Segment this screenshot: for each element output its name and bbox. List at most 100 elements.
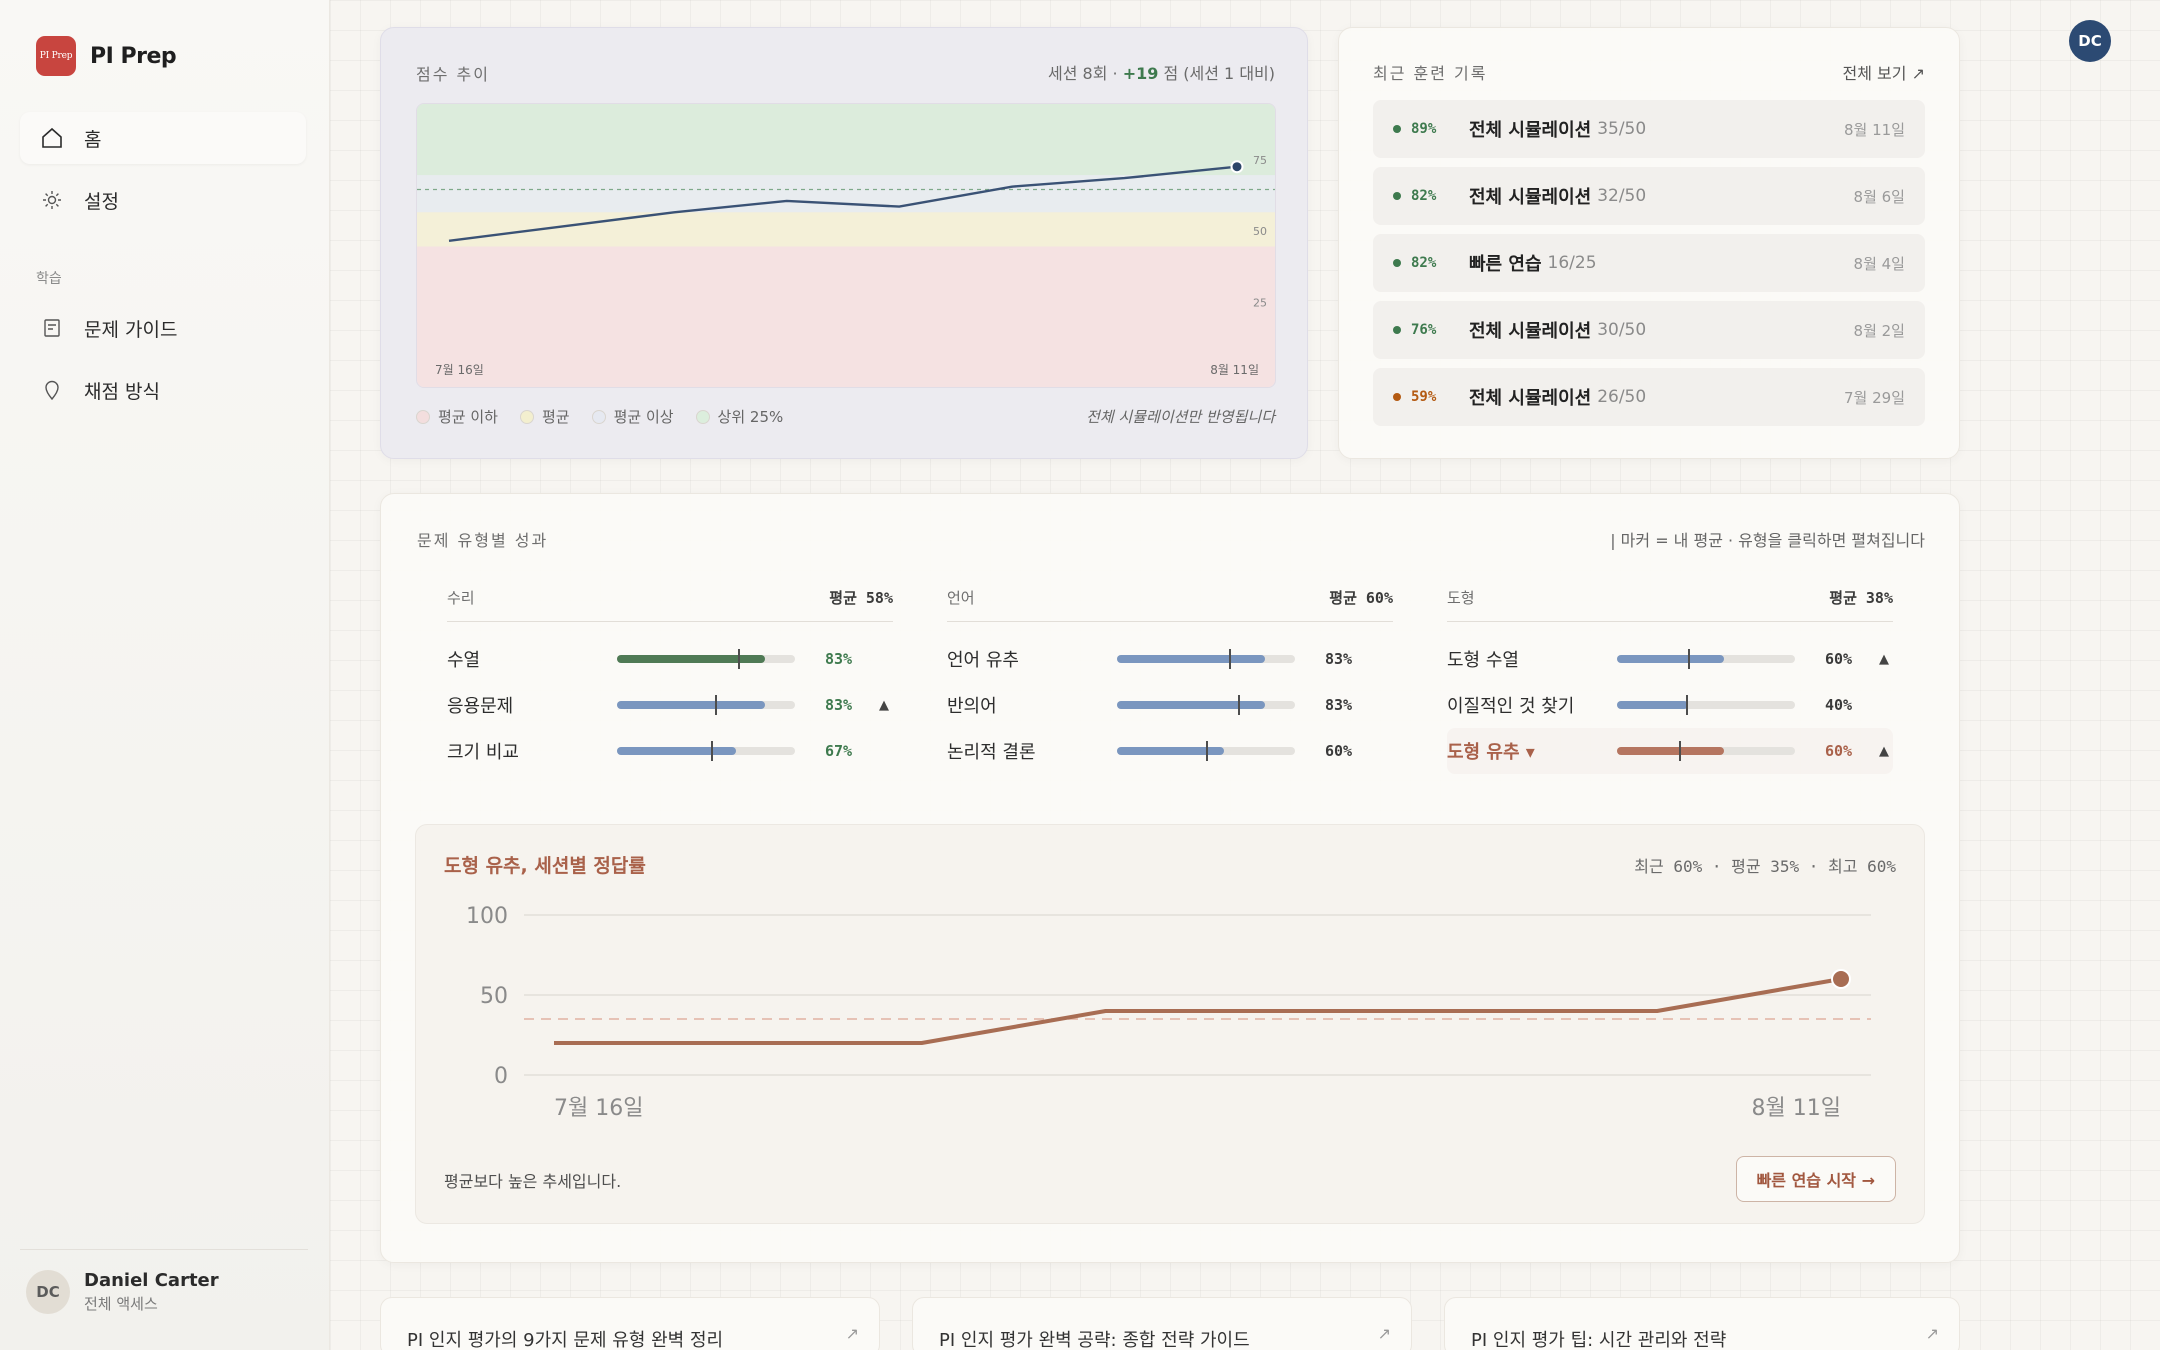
average-marker [1238, 695, 1241, 715]
category-header: 수리 평균 58% [447, 584, 893, 622]
legend-item: 상위 25% [695, 406, 783, 427]
recent-name: 전체 시뮬레이션 [1469, 388, 1592, 409]
recent-item[interactable]: 89% 전체 시뮬레이션 35/50 8월 11일 [1373, 100, 1925, 158]
question-type-label: 도형 유추 ▾ [1447, 742, 1535, 763]
nav-item-settings[interactable]: 설정 [20, 174, 306, 226]
recent-pct: 89% [1411, 121, 1437, 137]
question-type-score: 83% [1325, 696, 1353, 714]
x-tick-label: 8월 11일 [1752, 1096, 1841, 1121]
question-type-score: 40% [1825, 696, 1853, 714]
progress-fill [617, 701, 765, 709]
recent-item[interactable]: 82% 전체 시뮬레이션 32/50 8월 6일 [1373, 167, 1925, 225]
user-profile[interactable]: DC Daniel Carter 전체 액세스 [26, 1270, 219, 1314]
progress-fill [1617, 655, 1724, 663]
article-card[interactable]: PI 인지 평가 완벽 공략: 종합 전략 가이드 ↗ [912, 1297, 1412, 1350]
question-type-row[interactable]: 언어 유추 83% [947, 636, 1393, 682]
see-all-link[interactable]: 전체 보기 ↗ [1843, 60, 1925, 84]
y-tick-label: 100 [466, 904, 508, 929]
recent-name: 빠른 연습 [1469, 254, 1542, 275]
question-type-row[interactable]: 응용문제 83% ▲ [447, 682, 893, 728]
user-plan: 전체 액세스 [84, 1295, 158, 1313]
progress-track [617, 695, 795, 715]
article-card[interactable]: PI 인지 평가의 9가지 문제 유형 완벽 정리 ↗ [380, 1297, 880, 1350]
question-type-score: 60% [1825, 742, 1853, 760]
nav-item-question-guide[interactable]: 문제 가이드 [20, 302, 306, 354]
brand[interactable]: PI Prep PI Prep [36, 36, 177, 76]
quick-practice-button[interactable]: 빠른 연습 시작 → [1735, 1156, 1896, 1202]
external-link-icon: ↗ [1377, 1324, 1391, 1343]
legend-label: 평균 이하 [438, 408, 498, 426]
nav-item-label: 채점 방식 [84, 380, 160, 403]
question-type-row[interactable]: 반의어 83% [947, 682, 1393, 728]
y-tick-label: 0 [494, 1064, 508, 1089]
gear-icon [43, 191, 61, 209]
category-average: 평균 58% [829, 589, 893, 607]
x-tick-label: 8월 11일 [1210, 363, 1259, 377]
article-card[interactable]: PI 인지 평가 팁: 시간 관리와 전략 ↗ [1444, 1297, 1960, 1350]
question-type-label: 크기 비교 [447, 742, 519, 763]
nav-item-label: 설정 [84, 190, 119, 213]
summary-prefix: 세션 8회 · [1048, 64, 1123, 83]
recent-item[interactable]: 82% 빠른 연습 16/25 8월 4일 [1373, 234, 1925, 292]
recent-score: 30/50 [1597, 320, 1647, 340]
band-label: 75 [1253, 154, 1267, 167]
category-name: 언어 [947, 589, 975, 607]
section-label-learn: 학습 [36, 271, 62, 287]
trend-chart: 75 50 25 7월 16일 8월 11일 [416, 103, 1276, 388]
progress-track [617, 649, 795, 669]
trend-up-icon: ▲ [1879, 743, 1889, 759]
nav-item-label: 홈 [84, 128, 102, 151]
legend-swatch [416, 409, 430, 424]
nav-item-home[interactable]: 홈 [20, 112, 306, 164]
external-link-icon: ↗ [845, 1324, 859, 1343]
question-type-label: 도형 수열 [1447, 650, 1519, 671]
account-avatar[interactable]: DC [2069, 20, 2111, 62]
recent-item[interactable]: 76% 전체 시뮬레이션 30/50 8월 2일 [1373, 301, 1925, 359]
question-type-row[interactable]: 수열 83% [447, 636, 893, 682]
x-tick-label: 7월 16일 [435, 363, 484, 377]
recent-item[interactable]: 59% 전체 시뮬레이션 26/50 7월 29일 [1373, 368, 1925, 426]
question-type-label: 반의어 [947, 696, 997, 717]
performance-card: 문제 유형별 성과 | 마커 = 내 평균 · 유형을 클릭하면 펼쳐집니다 수… [380, 493, 1960, 1263]
score-trend-card: 점수 추이 세션 8회 · +19 점 (세션 1 대비) 75 50 25 7월 1… [380, 27, 1308, 459]
progress-fill [1617, 701, 1689, 709]
pin-icon [45, 380, 59, 401]
status-dot [1393, 326, 1401, 334]
marker-hint: | 마커 = 내 평균 · 유형을 클릭하면 펼쳐집니다 [1610, 531, 1925, 550]
question-type-row[interactable]: 도형 유추 ▾ 60% ▲ [1447, 728, 1893, 774]
question-type-row[interactable]: 도형 수열 60% ▲ [1447, 636, 1893, 682]
detail-panel: 도형 유추, 세션별 정답률 최근 60% · 평균 35% · 최고 60% … [415, 824, 1925, 1224]
band-below_avg [417, 246, 1275, 387]
summary-delta: +19 [1122, 64, 1159, 83]
card-title: 점수 추이 [416, 65, 490, 84]
question-type-score: 60% [1825, 650, 1853, 668]
brand-name: PI Prep [90, 43, 177, 69]
question-type-row[interactable]: 논리적 결론 60% [947, 728, 1393, 774]
category-header: 언어 평균 60% [947, 584, 1393, 622]
nav-item-scoring[interactable]: 채점 방식 [20, 364, 306, 416]
y-tick-label: 50 [480, 984, 508, 1009]
recent-pct: 76% [1411, 322, 1437, 338]
detail-note: 평균보다 높은 추세입니다. [444, 1172, 622, 1191]
progress-fill [1617, 747, 1724, 755]
recent-score: 32/50 [1597, 186, 1647, 206]
user-name: Daniel Carter [84, 1270, 219, 1291]
detail-chart: 0 50 100 7월 16일 8월 11일 [466, 904, 1871, 1121]
category-header: 도형 평균 38% [1447, 584, 1893, 622]
detail-stats: 최근 60% · 평균 35% · 최고 60% [1634, 857, 1896, 876]
question-type-label: 언어 유추 [947, 650, 1019, 671]
question-type-row[interactable]: 이질적인 것 찾기 40% [1447, 682, 1893, 728]
legend-label: 평균 [541, 408, 570, 426]
band-label: 50 [1253, 225, 1267, 238]
legend-item: 평균 이상 [591, 406, 674, 427]
progress-track [1117, 695, 1295, 715]
question-type-label: 수열 [447, 650, 481, 671]
legend-swatch [695, 409, 710, 424]
recent-date: 8월 11일 [1844, 120, 1905, 139]
category-average: 평균 38% [1829, 589, 1893, 607]
recent-pct: 82% [1411, 255, 1437, 271]
question-type-score: 83% [825, 650, 853, 668]
question-type-score: 67% [825, 742, 853, 760]
question-type-row[interactable]: 크기 비교 67% [447, 728, 893, 774]
recent-name: 전체 시뮬레이션 [1469, 321, 1592, 342]
